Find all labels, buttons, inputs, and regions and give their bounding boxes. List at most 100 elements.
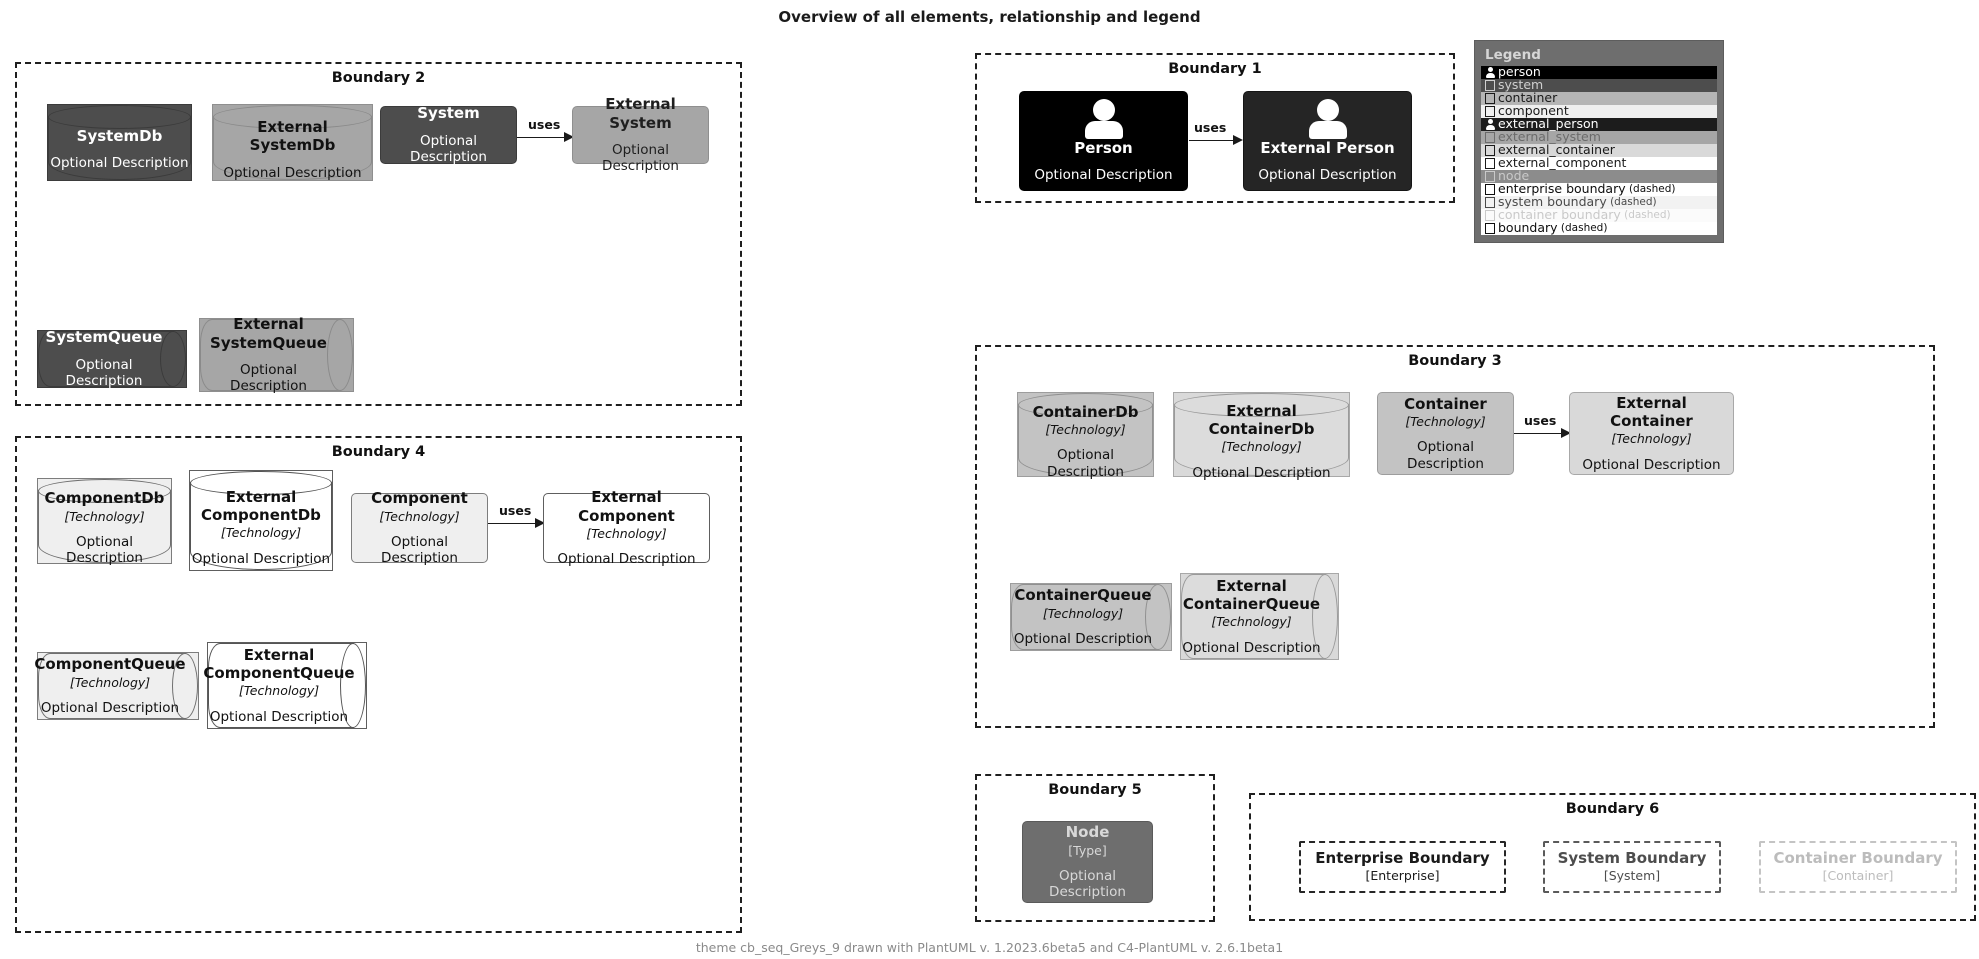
element-component-db[interactable]: ComponentDb [Technology] Optional Descri… xyxy=(37,478,172,566)
element-system-db[interactable]: SystemDb Optional Description xyxy=(47,104,192,181)
nested-boundary-enterprise[interactable]: Enterprise Boundary [Enterprise] xyxy=(1299,841,1506,893)
element-external-container-queue[interactable]: External ContainerQueue [Technology] Opt… xyxy=(1180,573,1339,660)
element-name: SystemDb xyxy=(76,127,163,146)
element-technology: [Technology] xyxy=(64,508,145,524)
element-external-component-db[interactable]: External ComponentDb [Technology] Option… xyxy=(189,470,333,571)
nested-boundary-system[interactable]: System Boundary [System] xyxy=(1543,841,1721,893)
element-technology: [Technology] xyxy=(220,525,302,541)
element-description: Optional Description xyxy=(381,533,458,567)
element-technology: [Technology] xyxy=(1405,414,1486,430)
element-text: ComponentDb [Technology] Optional Descri… xyxy=(38,479,171,566)
box-icon xyxy=(1485,106,1498,118)
box-icon xyxy=(1485,132,1498,144)
relationship-person-line xyxy=(1189,140,1234,141)
person-body xyxy=(1308,120,1347,139)
element-description: Optional Description xyxy=(230,361,307,395)
element-technology: [Technology] xyxy=(586,525,667,541)
element-external-system-db[interactable]: External SystemDb Optional Description xyxy=(212,104,373,181)
element-external-container-db[interactable]: External ContainerDb [Technology] Option… xyxy=(1173,392,1350,481)
element-container-db[interactable]: ContainerDb [Technology] Optional Descri… xyxy=(1017,392,1154,480)
nested-boundary-name: Enterprise Boundary xyxy=(1315,849,1490,868)
nested-boundary-name: System Boundary xyxy=(1557,849,1707,868)
element-external-component-queue[interactable]: External ComponentQueue [Technology] Opt… xyxy=(203,642,367,729)
element-description: Optional Description xyxy=(1182,639,1321,656)
legend-suffix: (dashed) xyxy=(1625,183,1676,196)
element-external-person[interactable]: External Person Optional Description xyxy=(1243,91,1412,191)
element-text: External SystemDb Optional Description xyxy=(213,105,372,181)
element-description: Optional Description xyxy=(1049,867,1126,901)
legend-suffix: (dashed) xyxy=(1620,209,1671,222)
box-icon xyxy=(1485,145,1498,157)
element-name: External SystemQueue xyxy=(210,315,327,352)
element-description: Optional Description xyxy=(1582,456,1721,473)
relationship-container-label: uses xyxy=(1524,413,1557,428)
element-text: SystemDb Optional Description xyxy=(48,105,191,180)
diagram-footer: theme cb_seq_Greys_9 drawn with PlantUML… xyxy=(695,940,1284,955)
box-icon xyxy=(1485,210,1498,222)
element-name: Container xyxy=(1404,394,1487,413)
element-name: External ContainerQueue xyxy=(1182,576,1321,614)
boundary-3-label: Boundary 3 xyxy=(1408,353,1502,369)
box-icon xyxy=(1485,158,1498,170)
element-technology: [Technology] xyxy=(1211,614,1292,630)
page-title: Overview of all elements, relationship a… xyxy=(778,8,1201,26)
element-text: ContainerQueue [Technology] Optional Des… xyxy=(1011,584,1155,650)
boundary-6: Boundary 6 Enterprise Boundary [Enterpri… xyxy=(1249,793,1976,921)
element-external-container[interactable]: External Container [Technology] Optional… xyxy=(1569,392,1734,475)
legend-row-boundary: boundary (dashed) xyxy=(1481,222,1717,235)
boundary-3: Boundary 3 ContainerDb [Technology] Opti… xyxy=(975,345,1935,728)
person-head xyxy=(1316,98,1339,121)
legend-panel: Legend person system container component ext… xyxy=(1474,40,1724,243)
element-name: ComponentQueue xyxy=(34,655,186,674)
person-head xyxy=(1092,98,1115,121)
element-description: Optional Description xyxy=(1013,631,1153,648)
boundary-6-label: Boundary 6 xyxy=(1565,801,1660,817)
box-icon xyxy=(1485,223,1498,235)
boundary-5: Boundary 5 Node [Type] Optional Descript… xyxy=(975,774,1215,922)
person-body xyxy=(1084,120,1123,139)
element-external-system-queue[interactable]: External SystemQueue Optional Descriptio… xyxy=(199,315,354,395)
element-external-system[interactable]: External System Optional Description xyxy=(572,95,709,174)
element-name: External ContainerDb xyxy=(1208,401,1315,439)
element-text: External ContainerDb [Technology] Option… xyxy=(1174,393,1349,481)
nested-boundary-type: [Container] xyxy=(1822,867,1894,883)
nested-boundary-container[interactable]: Container Boundary [Container] xyxy=(1759,841,1957,893)
element-technology: [Technology] xyxy=(1221,439,1302,455)
element-name: External SystemDb xyxy=(249,117,336,155)
boundary-1: Boundary 1 Person Optional Description u… xyxy=(975,53,1455,203)
element-name: ComponentDb xyxy=(44,489,165,508)
nested-boundary-type: [Enterprise] xyxy=(1365,867,1440,883)
element-text: External ComponentQueue [Technology] Opt… xyxy=(203,643,354,728)
element-name: External ComponentQueue xyxy=(203,645,355,683)
boundary-5-label: Boundary 5 xyxy=(1048,782,1142,798)
relationship-person-arrowhead xyxy=(1233,135,1243,145)
element-person[interactable]: Person Optional Description xyxy=(1019,91,1188,191)
element-container[interactable]: Container [Technology] Optional Descript… xyxy=(1377,392,1514,475)
element-container-queue[interactable]: ContainerQueue [Technology] Optional Des… xyxy=(1010,583,1172,651)
element-name: System xyxy=(417,104,480,123)
nested-boundary-type: [System] xyxy=(1603,867,1661,883)
person-icon xyxy=(1305,98,1351,139)
boundary-4-label: Boundary 4 xyxy=(331,444,426,460)
element-text: ContainerDb [Technology] Optional Descri… xyxy=(1018,393,1153,480)
element-name: External ComponentDb xyxy=(201,487,321,525)
element-system[interactable]: System Optional Description xyxy=(380,104,517,165)
element-description: Optional Description xyxy=(1047,447,1124,480)
element-component[interactable]: Component [Technology] Optional Descript… xyxy=(351,489,488,566)
relationship-system-label: uses xyxy=(528,117,561,132)
element-technology: [Technology] xyxy=(69,674,151,690)
element-name: External Container xyxy=(1610,393,1693,431)
person-icon xyxy=(1081,98,1127,139)
element-description: Optional Description xyxy=(602,141,679,175)
element-description: Optional Description xyxy=(223,164,362,181)
element-external-component[interactable]: External Component [Technology] Optional… xyxy=(543,488,710,567)
legend-suffix: (dashed) xyxy=(1557,222,1608,235)
box-icon xyxy=(1485,197,1498,209)
box-icon xyxy=(1485,171,1498,183)
element-description: Optional Description xyxy=(1258,166,1397,183)
element-technology: [Type] xyxy=(1068,842,1107,858)
element-component-queue[interactable]: ComponentQueue [Technology] Optional Des… xyxy=(34,652,199,720)
element-system-queue[interactable]: SystemQueue Optional Description xyxy=(37,328,187,389)
boundary-2-label: Boundary 2 xyxy=(331,70,426,86)
element-node[interactable]: Node [Type] Optional Description xyxy=(1022,821,1153,903)
